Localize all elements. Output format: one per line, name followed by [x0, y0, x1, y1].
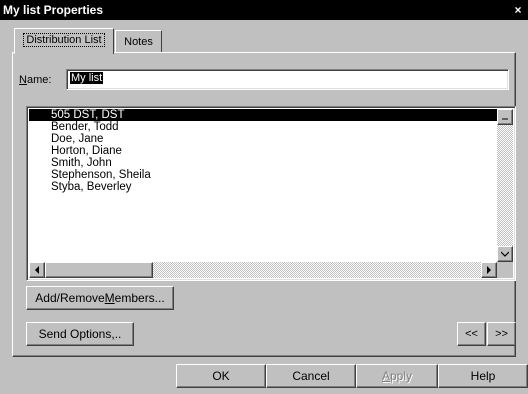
previous-button[interactable]: <<	[457, 322, 486, 346]
list-item[interactable]: Doe, Jane	[29, 133, 497, 145]
name-input[interactable]: My list	[66, 69, 509, 90]
name-label: Name:	[19, 74, 52, 86]
list-item[interactable]: 505 DST, DST	[29, 109, 497, 121]
cancel-button[interactable]: Cancel	[266, 364, 356, 388]
list-item[interactable]: Bender, Todd	[29, 121, 497, 133]
horizontal-scrollbar[interactable]	[29, 262, 497, 278]
title-bar: My list Properties ×	[0, 0, 528, 20]
tab-label: Notes	[124, 35, 153, 48]
apply-button[interactable]: Apply	[356, 364, 438, 388]
send-options-button[interactable]: Send Options,..	[26, 322, 134, 346]
name-value: My list	[70, 72, 104, 84]
list-item[interactable]: Stephenson, Sheila	[29, 169, 497, 181]
down-arrow-icon[interactable]	[497, 246, 513, 262]
tab-distribution-list[interactable]: Distribution List	[14, 28, 114, 54]
tab-notes[interactable]: Notes	[115, 30, 162, 52]
up-arrow-icon[interactable]	[497, 109, 513, 125]
horizontal-scroll-thumb[interactable]	[45, 262, 153, 278]
list-item[interactable]: Horton, Diane	[29, 145, 497, 157]
add-remove-members-button[interactable]: Add/Remove Members...	[26, 286, 174, 310]
right-arrow-icon[interactable]	[481, 262, 497, 278]
next-button[interactable]: >>	[487, 322, 516, 346]
window-title: My list Properties	[3, 3, 104, 17]
tab-label: Distribution List	[23, 33, 105, 47]
list-item[interactable]: Smith, John	[29, 157, 497, 169]
members-list[interactable]: 505 DST, DST Bender, Todd Doe, Jane Horton,…	[26, 106, 516, 281]
scroll-corner	[497, 262, 513, 278]
close-icon[interactable]: ×	[510, 2, 526, 18]
left-arrow-icon[interactable]	[29, 262, 45, 278]
help-button[interactable]: Help	[438, 364, 528, 388]
members-list-body: 505 DST, DST Bender, Todd Doe, Jane Horton,…	[29, 109, 497, 262]
ok-button[interactable]: OK	[176, 364, 266, 388]
list-item[interactable]: Styba, Beverley	[29, 181, 497, 193]
vertical-scrollbar[interactable]	[497, 109, 513, 262]
